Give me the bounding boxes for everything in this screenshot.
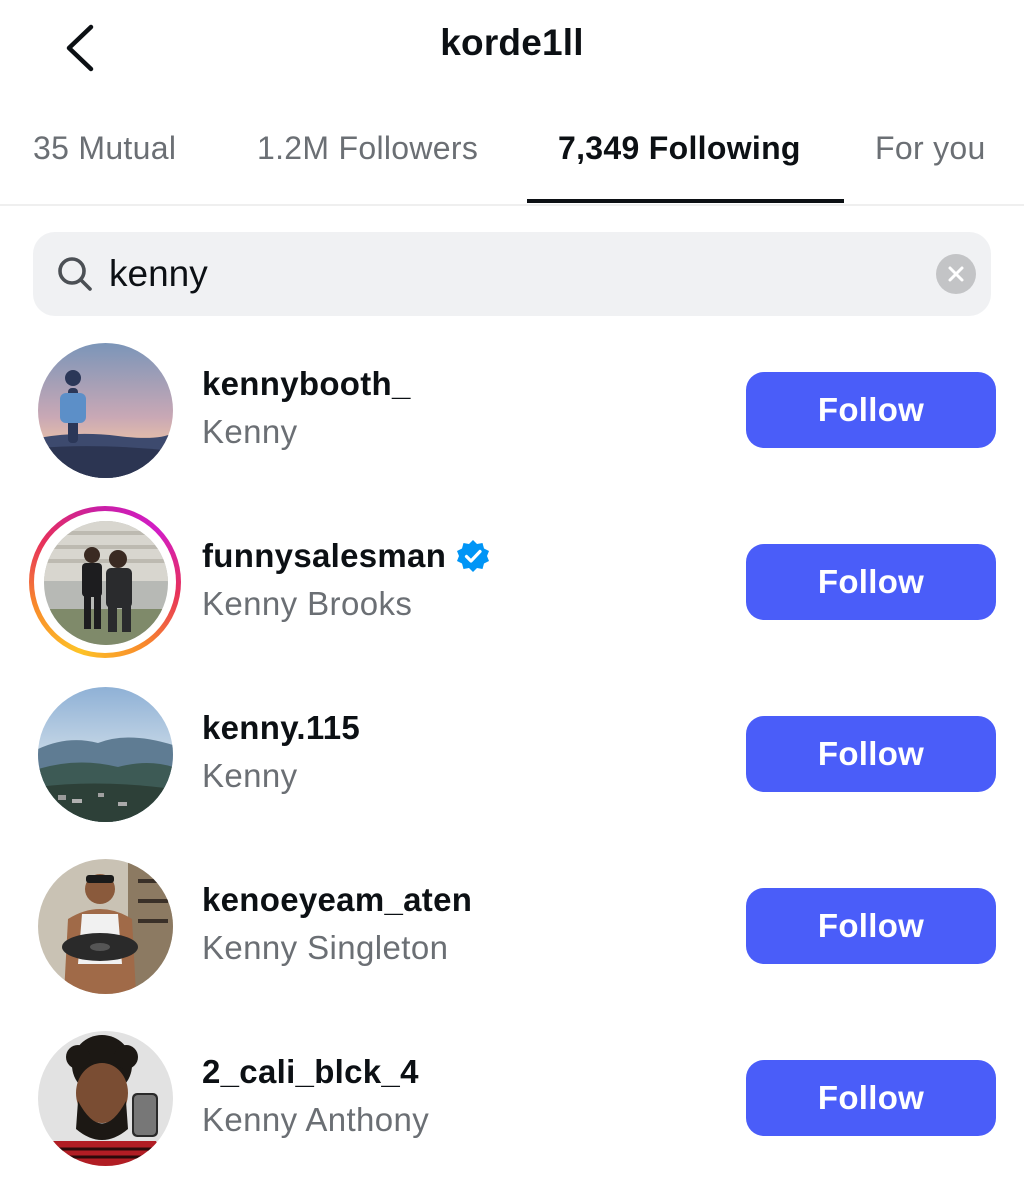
follow-button[interactable]: Follow [746, 1060, 996, 1136]
list-item[interactable]: funnysalesman Kenny Brooks Follow [0, 506, 1024, 687]
list-item[interactable]: kennybooth_ Kenny Follow [0, 343, 1024, 515]
username[interactable]: kennybooth_ [202, 365, 411, 403]
list-item[interactable]: 2_cali_blck_4 Kenny Anthony Follow [0, 1031, 1024, 1200]
full-name: Kenny Singleton [202, 929, 449, 966]
active-tab-indicator [527, 199, 844, 203]
list-item[interactable]: kenny.115 Kenny Follow [0, 687, 1024, 859]
tab-for-you[interactable]: For you [875, 130, 986, 167]
tab-followers[interactable]: 1.2M Followers [257, 130, 478, 167]
verified-badge-icon [457, 540, 490, 572]
follow-button[interactable]: Follow [746, 544, 996, 620]
avatar[interactable] [38, 343, 173, 478]
avatar[interactable] [44, 521, 168, 645]
avatar[interactable] [38, 1031, 173, 1166]
username[interactable]: 2_cali_blck_4 [202, 1053, 419, 1091]
clear-icon [948, 266, 964, 282]
full-name: Kenny Brooks [202, 585, 413, 622]
search-input[interactable] [109, 232, 929, 316]
list-item[interactable]: kenoeyeam_aten Kenny Singleton Follow [0, 859, 1024, 1031]
full-name: Kenny Anthony [202, 1101, 430, 1138]
full-name: Kenny [202, 413, 298, 450]
page-title: korde1ll [440, 22, 584, 63]
avatar[interactable] [38, 687, 173, 822]
following-screen: korde1ll 35 Mutual 1.2M Followers 7,349 … [0, 0, 1024, 1200]
clear-search-button[interactable] [936, 254, 976, 294]
username[interactable]: kenoeyeam_aten [202, 881, 472, 919]
username[interactable]: funnysalesman [202, 537, 490, 575]
full-name: Kenny [202, 757, 298, 794]
follow-button[interactable]: Follow [746, 372, 996, 448]
tab-bar: 35 Mutual 1.2M Followers 7,349 Following… [0, 112, 1024, 206]
avatar[interactable] [38, 859, 173, 994]
username[interactable]: kenny.115 [202, 709, 360, 747]
follow-button[interactable]: Follow [746, 716, 996, 792]
tab-following[interactable]: 7,349 Following [558, 130, 801, 167]
tab-mutual[interactable]: 35 Mutual [33, 130, 176, 167]
search-bar [33, 232, 991, 316]
header: korde1ll [0, 0, 1024, 100]
follow-button[interactable]: Follow [746, 888, 996, 964]
search-icon [58, 257, 92, 291]
